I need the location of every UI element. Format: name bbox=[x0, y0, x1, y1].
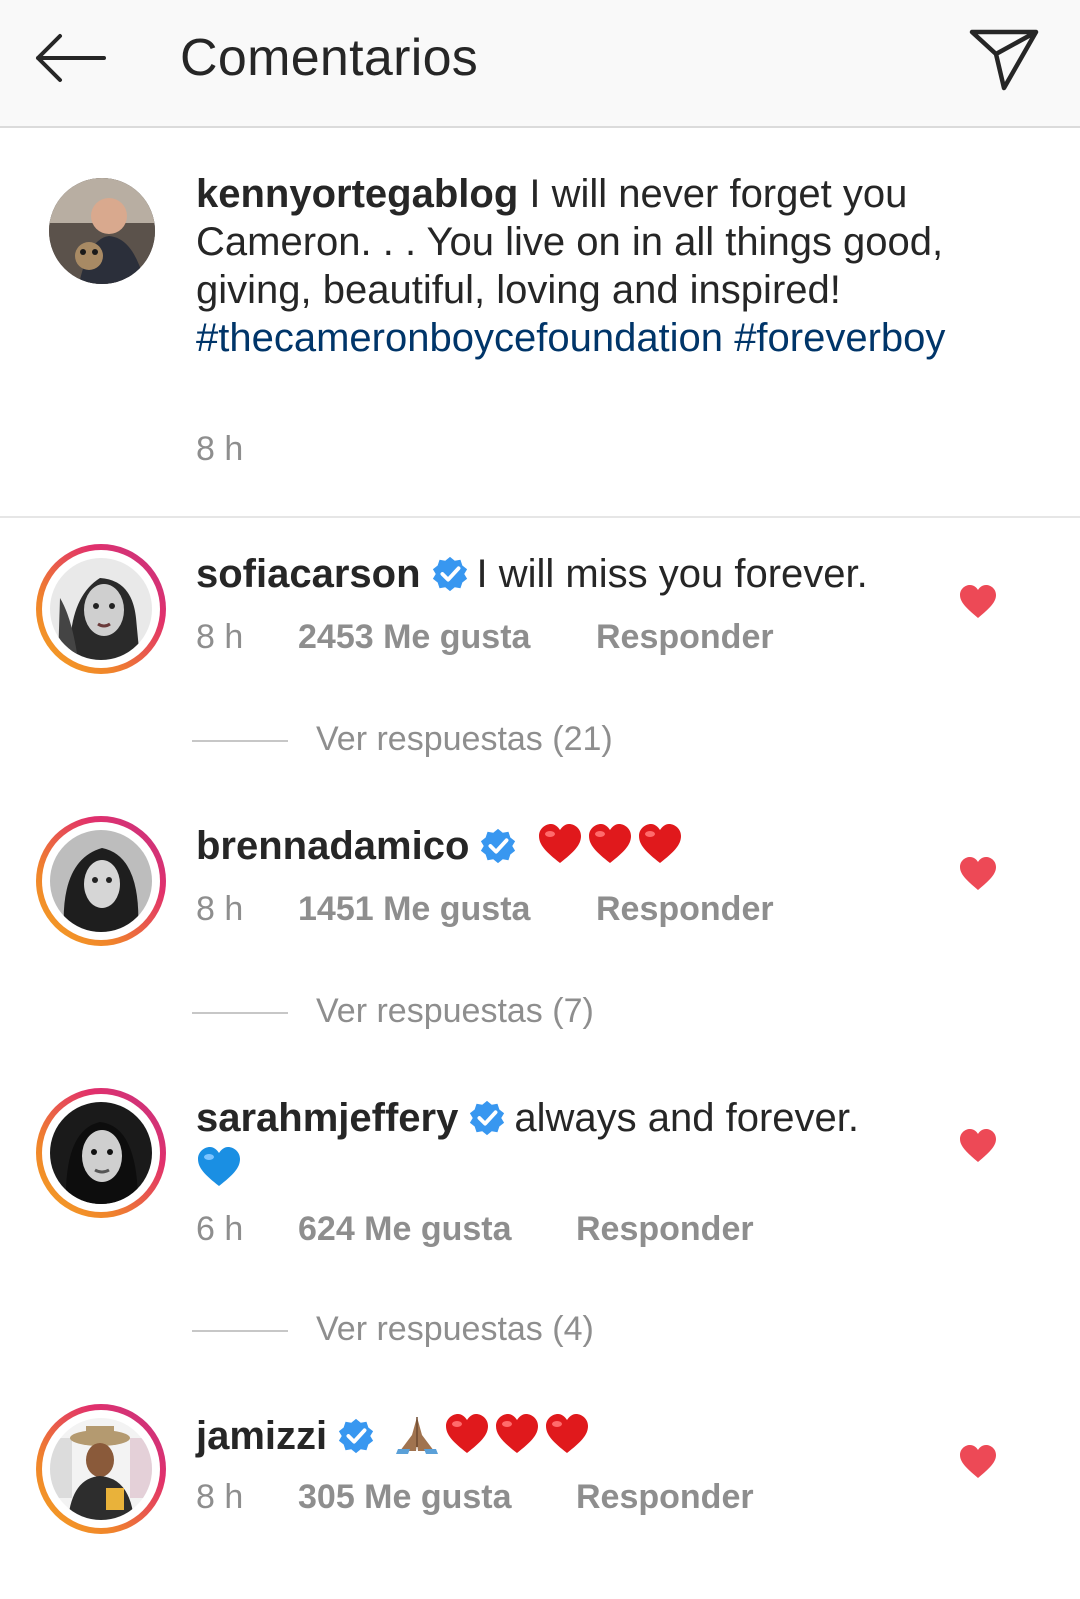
comment-username[interactable]: jamizzi bbox=[196, 1414, 327, 1458]
avatar[interactable] bbox=[36, 816, 166, 946]
comment-meta: 8 h 1451 Me gusta Responder bbox=[196, 890, 774, 929]
reply-button[interactable]: Responder bbox=[596, 890, 774, 929]
heart-icon bbox=[960, 857, 996, 890]
hashtag-link[interactable]: #foreverboy bbox=[734, 316, 945, 360]
comment-meta: 6 h 624 Me gusta Responder bbox=[196, 1210, 754, 1249]
likes-count[interactable]: 305 Me gusta bbox=[298, 1478, 512, 1517]
caption-username[interactable]: kennyortegablog bbox=[196, 172, 518, 216]
red-heart-emoji-icon bbox=[496, 1414, 539, 1453]
avatar[interactable] bbox=[36, 1088, 166, 1218]
top-bar: Comentarios bbox=[0, 0, 1080, 128]
red-heart-emoji-icon bbox=[638, 824, 681, 863]
verified-badge-icon bbox=[481, 828, 516, 864]
red-heart-emoji-icon bbox=[538, 824, 581, 863]
verified-badge-icon bbox=[470, 1100, 505, 1136]
heart-icon bbox=[960, 1129, 996, 1162]
red-heart-emoji-icon bbox=[446, 1414, 489, 1453]
comment-username[interactable]: sarahmjeffery bbox=[196, 1096, 458, 1140]
view-replies-label[interactable]: Ver respuestas (7) bbox=[316, 992, 594, 1031]
comment-body: sarahmjeffery always and forever. bbox=[196, 1094, 956, 1188]
avatar[interactable] bbox=[49, 178, 155, 284]
replies-divider bbox=[192, 1330, 288, 1332]
direct-share-button[interactable] bbox=[966, 24, 1042, 94]
comment-timestamp: 8 h bbox=[196, 618, 244, 656]
blue-heart-emoji-icon bbox=[198, 1147, 240, 1186]
paper-plane-icon bbox=[969, 29, 1039, 91]
comment-text: I will miss you forever. bbox=[476, 552, 868, 596]
like-button[interactable] bbox=[958, 1128, 998, 1164]
emoji-praying-hearts bbox=[383, 1414, 594, 1458]
hashtag-link[interactable]: #thecameronboycefoundation bbox=[196, 316, 723, 360]
heart-icon bbox=[960, 1445, 996, 1478]
comment-text: always and forever. bbox=[514, 1096, 860, 1140]
caption-body: kennyortegablog I will never forget you … bbox=[196, 170, 1036, 362]
comment-timestamp: 8 h bbox=[196, 1478, 244, 1516]
red-heart-emoji-icon bbox=[588, 824, 631, 863]
emoji-blue-heart bbox=[196, 1146, 956, 1188]
replies-divider bbox=[192, 1012, 288, 1014]
view-replies-label[interactable]: Ver respuestas (4) bbox=[316, 1310, 594, 1349]
verified-badge-icon bbox=[339, 1418, 374, 1454]
comment-meta: 8 h 2453 Me gusta Responder bbox=[196, 618, 774, 657]
replies-divider bbox=[192, 740, 288, 742]
back-arrow-icon bbox=[36, 34, 106, 82]
verified-badge-icon bbox=[432, 556, 467, 592]
post-caption: kennyortegablog I will never forget you … bbox=[0, 130, 1080, 518]
view-replies-label[interactable]: Ver respuestas (21) bbox=[316, 720, 613, 759]
avatar-photo bbox=[50, 1102, 152, 1204]
comment-meta: 8 h 305 Me gusta Responder bbox=[196, 1478, 754, 1517]
avatar-photo bbox=[50, 1418, 152, 1520]
reply-button[interactable]: Responder bbox=[576, 1210, 754, 1249]
avatar[interactable] bbox=[36, 544, 166, 674]
comment-body: sofiacarson I will miss you forever. bbox=[196, 550, 956, 598]
comment-body: brennadamico bbox=[196, 822, 956, 870]
red-heart-emoji-icon bbox=[546, 1414, 589, 1453]
like-button[interactable] bbox=[958, 1444, 998, 1480]
comment-body: jamizzi bbox=[196, 1412, 956, 1460]
likes-count[interactable]: 624 Me gusta bbox=[298, 1210, 512, 1249]
avatar[interactable] bbox=[36, 1404, 166, 1534]
caption-timestamp: 8 h bbox=[196, 430, 244, 468]
reply-button[interactable]: Responder bbox=[596, 618, 774, 657]
comment-timestamp: 8 h bbox=[196, 890, 244, 928]
comment-username[interactable]: brennadamico bbox=[196, 824, 469, 868]
likes-count[interactable]: 1451 Me gusta bbox=[298, 890, 530, 929]
heart-icon bbox=[960, 585, 996, 618]
avatar-photo bbox=[49, 178, 155, 284]
page-title: Comentarios bbox=[180, 29, 479, 87]
comment-timestamp: 6 h bbox=[196, 1210, 244, 1248]
likes-count[interactable]: 2453 Me gusta bbox=[298, 618, 530, 657]
like-button[interactable] bbox=[958, 584, 998, 620]
avatar-photo bbox=[50, 558, 152, 660]
like-button[interactable] bbox=[958, 856, 998, 892]
praying-hands-emoji-icon bbox=[396, 1417, 439, 1454]
comment-username[interactable]: sofiacarson bbox=[196, 552, 421, 596]
reply-button[interactable]: Responder bbox=[576, 1478, 754, 1517]
back-button[interactable] bbox=[30, 30, 110, 86]
avatar-photo bbox=[50, 830, 152, 932]
emoji-red-hearts bbox=[525, 824, 686, 868]
